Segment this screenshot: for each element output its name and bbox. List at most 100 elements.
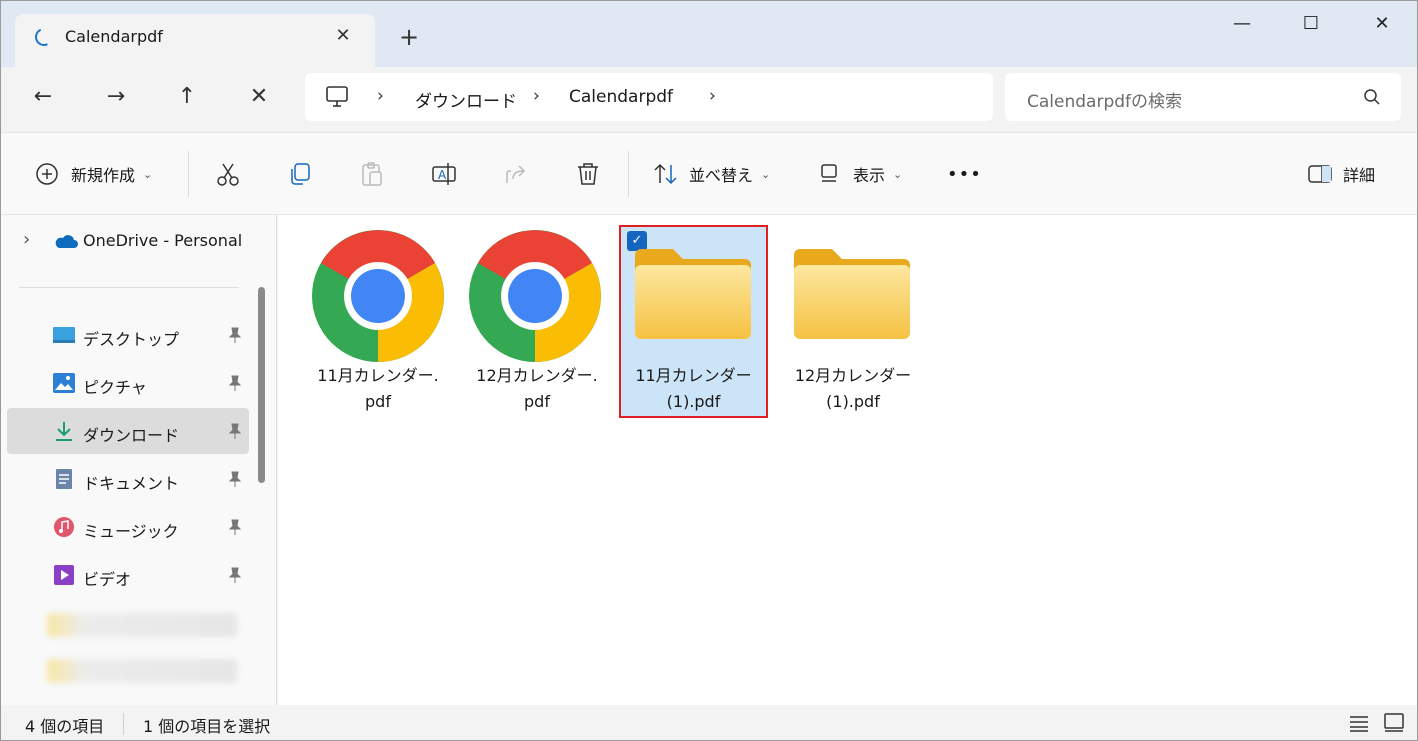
- new-tab-button[interactable]: +: [395, 24, 423, 52]
- sidebar-item-documents[interactable]: ドキュメント: [7, 456, 249, 502]
- chrome-icon: [469, 230, 601, 362]
- back-button[interactable]: ←: [23, 79, 63, 115]
- paste-button[interactable]: [359, 153, 385, 195]
- close-window-button[interactable]: ✕: [1359, 9, 1405, 39]
- chevron-down-icon: ⌄: [143, 167, 153, 181]
- navigation-pane: › OneDrive - Personal デスクトップ ピクチャ ダウンロード…: [1, 215, 277, 705]
- file-list-area: 11月カレンダー. pdf 12月カレンダー. pdf ✓ 11月カレンダー (…: [278, 215, 1417, 705]
- status-divider: [123, 713, 124, 735]
- file-item[interactable]: 12月カレンダー (1).pdf: [778, 225, 928, 415]
- folder-icon: [635, 249, 751, 339]
- pin-icon[interactable]: [227, 518, 243, 536]
- computer-icon: [326, 86, 348, 107]
- pin-icon[interactable]: [227, 374, 243, 392]
- sidebar-item-desktop[interactable]: デスクトップ: [7, 312, 249, 358]
- forward-button[interactable]: →: [96, 79, 136, 115]
- share-button[interactable]: [503, 153, 529, 195]
- file-item-selected[interactable]: ✓ 11月カレンダー (1).pdf: [619, 225, 768, 418]
- sidebar-item-pictures[interactable]: ピクチャ: [7, 360, 249, 406]
- file-explorer-window: Calendarpdf ✕ + — ☐ ✕ ← → ↑ ✕ › ダウンロード ›…: [0, 0, 1418, 741]
- breadcrumb-calendarpdf[interactable]: Calendarpdf: [569, 87, 673, 107]
- breadcrumb-chevron-icon[interactable]: ›: [709, 86, 716, 106]
- selected-count: 1 個の項目を選択: [143, 717, 271, 736]
- onedrive-cloud-icon: [55, 235, 78, 248]
- search-icon: [1364, 89, 1380, 105]
- details-pane-icon: [1308, 165, 1332, 183]
- file-name-line2: (1).pdf: [826, 392, 880, 411]
- breadcrumb-chevron-icon: ›: [533, 86, 540, 106]
- sidebar-item-label: ミュージック: [83, 522, 179, 541]
- file-name: 12月カレンダー. pdf: [462, 363, 612, 415]
- sidebar-item-label: ドキュメント: [83, 474, 180, 493]
- details-view-icon[interactable]: [1349, 714, 1369, 732]
- sidebar-scrollbar[interactable]: [258, 287, 265, 483]
- breadcrumb-downloads[interactable]: ダウンロード: [415, 87, 517, 112]
- file-item[interactable]: 11月カレンダー. pdf: [303, 225, 453, 415]
- up-button[interactable]: ↑: [167, 79, 207, 115]
- sidebar-divider: [19, 287, 239, 288]
- cut-button[interactable]: [215, 153, 241, 195]
- file-name: 11月カレンダー. pdf: [303, 363, 453, 415]
- search-box[interactable]: Calendarpdfの検索: [1005, 73, 1401, 121]
- sort-button[interactable]: 並べ替え ⌄: [653, 153, 770, 195]
- file-name-line1: 11月カレンダー.: [317, 366, 439, 385]
- title-bar: Calendarpdf ✕ + — ☐ ✕: [1, 1, 1417, 67]
- delete-button[interactable]: [575, 153, 601, 195]
- scissors-icon: [217, 163, 239, 186]
- file-name-line2: (1).pdf: [666, 392, 721, 411]
- file-name-line2: pdf: [365, 392, 391, 411]
- view-label: 表示: [853, 166, 886, 185]
- trash-icon: [578, 163, 598, 185]
- status-bar: 4 個の項目 1 個の項目を選択: [1, 705, 1417, 740]
- pin-icon[interactable]: [227, 422, 243, 440]
- view-button[interactable]: 表示 ⌄: [817, 153, 902, 195]
- minimize-button[interactable]: —: [1219, 9, 1265, 39]
- file-name: 12月カレンダー (1).pdf: [778, 363, 928, 415]
- clipboard-icon: [362, 162, 382, 186]
- more-icon: •••: [947, 163, 982, 185]
- pin-icon[interactable]: [227, 326, 243, 344]
- tab-calendarpdf[interactable]: Calendarpdf ✕: [15, 14, 375, 67]
- video-icon: [54, 565, 74, 585]
- sidebar-item-downloads[interactable]: ダウンロード: [7, 408, 249, 454]
- details-pane-button[interactable]: 詳細: [1307, 153, 1375, 195]
- sidebar-item-onedrive[interactable]: › OneDrive - Personal: [7, 217, 249, 263]
- sidebar-item-label: ピクチャ: [83, 378, 147, 397]
- address-bar[interactable]: › ダウンロード › Calendarpdf ›: [305, 73, 993, 121]
- stop-button[interactable]: ✕: [239, 79, 279, 115]
- rename-button[interactable]: A: [431, 153, 457, 195]
- file-name: 11月カレンダー (1).pdf: [621, 363, 766, 415]
- file-name-line2: pdf: [524, 392, 550, 411]
- desktop-icon: [53, 327, 75, 343]
- file-item[interactable]: 12月カレンダー. pdf: [462, 225, 612, 415]
- view-icon: [821, 164, 837, 182]
- chevron-down-icon: ⌄: [761, 167, 771, 181]
- more-options-button[interactable]: •••: [947, 153, 982, 195]
- expand-chevron-icon[interactable]: ›: [23, 229, 30, 250]
- sidebar-item-label: OneDrive - Personal: [83, 231, 243, 250]
- new-button[interactable]: 新規作成 ⌄: [35, 153, 152, 195]
- maximize-button[interactable]: ☐: [1288, 9, 1334, 39]
- blurred-sidebar-item: [47, 659, 237, 683]
- large-icons-view-icon[interactable]: [1383, 712, 1405, 732]
- pin-icon[interactable]: [227, 470, 243, 488]
- music-icon: [54, 517, 74, 537]
- file-name-line1: 12月カレンダー.: [476, 366, 598, 385]
- toolbar-divider: [188, 151, 189, 197]
- search-input[interactable]: Calendarpdfの検索: [1027, 87, 1182, 112]
- pin-icon[interactable]: [227, 566, 243, 584]
- command-bar: 新規作成 ⌄ A 並べ替え ⌄ 表示 ⌄ ••• 詳細: [1, 132, 1417, 215]
- tab-close-button[interactable]: ✕: [331, 24, 355, 48]
- documents-icon: [56, 469, 72, 489]
- blurred-sidebar-item: [47, 613, 237, 637]
- copy-button[interactable]: [287, 153, 313, 195]
- loading-spinner-icon: [32, 25, 56, 49]
- navigation-row: ← → ↑ ✕ › ダウンロード › Calendarpdf › Calenda…: [1, 67, 1417, 131]
- sidebar-item-videos[interactable]: ビデオ: [7, 552, 249, 598]
- sidebar-item-music[interactable]: ミュージック: [7, 504, 249, 550]
- svg-text:A: A: [438, 168, 447, 182]
- item-count: 4 個の項目: [25, 717, 105, 736]
- new-label: 新規作成: [71, 166, 136, 185]
- sidebar-item-label: デスクトップ: [83, 330, 180, 349]
- pictures-icon: [53, 373, 75, 393]
